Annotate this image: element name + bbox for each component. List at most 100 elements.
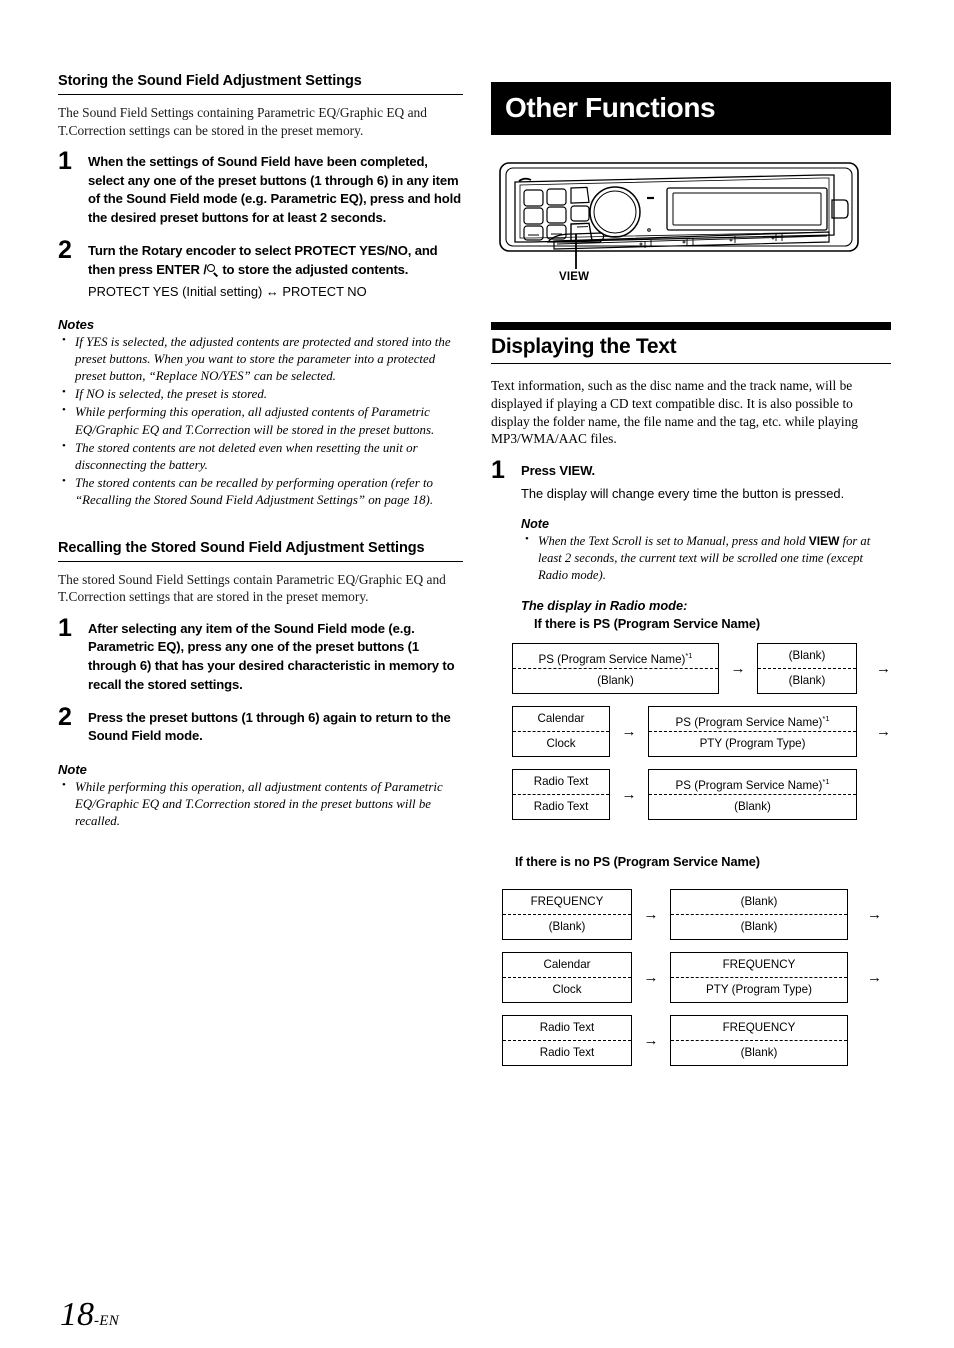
note-list: While performing this operation, all adj… — [58, 778, 463, 830]
step-text-bold-a: VIEW. — [559, 463, 596, 479]
flow-cell-top: FREQUENCY — [671, 1016, 847, 1041]
flow-cell-top: (Blank) — [757, 644, 856, 669]
right-column: Other Functions VIEW Displaying the Text… — [491, 82, 891, 1078]
step-item: 1 After selecting any item of the Sound … — [58, 613, 463, 695]
note-title: Note — [521, 517, 549, 532]
step-item: 2 Press the preset buttons (1 through 6)… — [58, 702, 463, 746]
step-body: Press VIEW. The display will change ever… — [521, 462, 891, 630]
flow-box: Calendar Clock — [512, 705, 611, 757]
step-text: Turn the Rotary encoder to select PROTEC… — [88, 242, 463, 279]
magnifier-icon — [206, 263, 219, 276]
flow-arrow-icon: → — [621, 722, 637, 740]
flow-diagram-with-ps: PS (Program Service Name)*1 (Blank) → (B… — [491, 642, 891, 820]
flow-cell-top: Radio Text — [513, 770, 610, 795]
step-text-part-a: Press the — [88, 709, 150, 725]
note-item: While performing this operation, all adj… — [58, 403, 463, 438]
radio-mode-title: The display in Radio mode: — [521, 597, 688, 613]
flow-arrow-icon: → — [643, 905, 659, 923]
flow-box: FREQUENCY PTY (Program Type) — [670, 951, 848, 1003]
note-list: When the Text Scroll is set to Manual, p… — [521, 532, 891, 583]
flow-box: Radio Text Radio Text — [502, 1014, 632, 1066]
flow-cell-top: FREQUENCY — [503, 890, 631, 915]
flow-box: PS (Program Service Name)*1 (Blank) — [512, 642, 719, 694]
step-text-bold-a: preset buttons (1 through 6) — [149, 709, 320, 725]
step-number: 2 — [58, 702, 72, 731]
flow-arrow-icon: → — [621, 785, 637, 803]
flow-cell-bottom: PTY (Program Type) — [706, 982, 812, 996]
head-unit-drawing — [499, 162, 859, 269]
step-number: 2 — [58, 235, 72, 264]
step-subtext: The display will change every time the b… — [521, 486, 845, 502]
flow-box: (Blank) (Blank) — [756, 642, 857, 694]
flow-cell-bottom: (Blank) — [740, 1045, 778, 1059]
step-body: After selecting any item of the Sound Fi… — [88, 620, 463, 695]
step-text-bold-b: ENTER / — [156, 261, 207, 277]
note-item: If NO is selected, the preset is stored. — [58, 385, 463, 403]
chapter-banner: Other Functions — [491, 82, 891, 135]
flow-cell-bottom: Radio Text — [533, 799, 589, 813]
flow-cell-text: PS (Program Service Name) — [675, 778, 823, 792]
flow-cell-bottom: (Blank) — [740, 919, 778, 933]
flow-box: PS (Program Service Name)*1 (Blank) — [648, 768, 857, 820]
flow-box: FREQUENCY (Blank) — [670, 1014, 848, 1066]
flow-row: PS (Program Service Name)*1 (Blank) → (B… — [512, 642, 891, 694]
section-intro-text: Text information, such as the disc name … — [491, 378, 859, 447]
step-item: 2 Turn the Rotary encoder to select PROT… — [58, 235, 463, 302]
page-number: 18-EN — [60, 1296, 119, 1334]
step-text-bold-a: Rotary encoder — [141, 242, 236, 258]
device-illustration: VIEW — [491, 157, 891, 292]
note-item: When the Text Scroll is set to Manual, p… — [521, 532, 891, 583]
step-body: Press the preset buttons (1 through 6) a… — [88, 709, 463, 746]
step-number: 1 — [58, 613, 72, 642]
step-text: Press VIEW. — [521, 462, 891, 481]
flow-cell-bottom: Radio Text — [539, 1045, 595, 1059]
flow-arrow-icon: → — [876, 722, 891, 740]
flow-arrow-icon: → — [876, 659, 891, 677]
flow-row: Radio Text Radio Text → FREQUENCY (Blank… — [502, 1014, 891, 1066]
flow-row: FREQUENCY (Blank) → (Blank) (Blank) → — [502, 888, 891, 940]
flow-cell-text: PS (Program Service Name) — [675, 715, 823, 729]
step-text: Press the preset buttons (1 through 6) a… — [88, 709, 463, 746]
flow-cell-bottom: (Blank) — [548, 919, 586, 933]
diagram2-caption: If there is no PS (Program Service Name) — [515, 853, 760, 869]
flow-cell-bottom: (Blank) — [734, 799, 771, 813]
diagram1-caption: If there is PS (Program Service Name) — [534, 615, 761, 631]
flow-row: Calendar Clock → PS (Program Service Nam… — [512, 705, 891, 757]
left-column: Storing the Sound Field Adjustment Setti… — [58, 72, 463, 830]
step-text-part-c: to store the adjusted contents. — [218, 261, 409, 277]
flow-cell-top: PS (Program Service Name)*1 — [649, 707, 856, 732]
flow-arrow-icon: → — [643, 968, 659, 986]
step-item: 1 When the settings of Sound Field have … — [58, 148, 463, 228]
flow-cell-top: Calendar — [503, 953, 631, 978]
step-body: Turn the Rotary encoder to select PROTEC… — [88, 242, 463, 302]
step-body: When the settings of Sound Field have be… — [88, 153, 463, 228]
step-text: When the settings of Sound Field have be… — [88, 153, 463, 228]
flow-cell-bottom: Clock — [552, 982, 582, 996]
document-page: Storing the Sound Field Adjustment Setti… — [0, 0, 954, 1348]
flow-cell-bottom: (Blank) — [597, 673, 634, 687]
footnote-marker: *1 — [822, 776, 830, 786]
flow-box: PS (Program Service Name)*1 PTY (Program… — [648, 705, 857, 757]
flow-cell-top: PS (Program Service Name)*1 — [649, 770, 856, 795]
flow-arrow-icon: → — [867, 905, 882, 923]
section-intro-storing: The Sound Field Settings containing Para… — [58, 105, 427, 138]
flow-arrow-icon: → — [730, 659, 746, 677]
flow-row: Radio Text Radio Text → PS (Program Serv… — [512, 768, 891, 820]
step-text-part-a: Turn the — [88, 242, 142, 258]
flow-cell-bottom: Clock — [546, 736, 576, 750]
step-text: After selecting any item of the Sound Fi… — [88, 620, 463, 695]
flow-arrow-icon: → — [867, 968, 882, 986]
flow-box: FREQUENCY (Blank) — [502, 888, 632, 940]
step-number: 1 — [491, 456, 505, 485]
note-item: If YES is selected, the adjusted content… — [58, 333, 463, 385]
note-item: While performing this operation, all adj… — [58, 778, 463, 830]
section-heading-recalling: Recalling the Stored Sound Field Adjustm… — [58, 539, 463, 562]
flow-cell-top: (Blank) — [671, 890, 847, 915]
flow-box: (Blank) (Blank) — [670, 888, 848, 940]
footnote-marker: *1 — [685, 650, 693, 660]
step-text-bold-a: preset buttons (1 through 6) — [217, 172, 389, 188]
section-intro-recalling: The stored Sound Field Settings contain … — [58, 571, 446, 605]
flow-diagram-no-ps: FREQUENCY (Blank) → (Blank) (Blank) → Ca… — [491, 888, 891, 1066]
step-text-part-a: Press — [521, 463, 560, 479]
flow-cell-top: PS (Program Service Name)*1 — [513, 644, 718, 669]
